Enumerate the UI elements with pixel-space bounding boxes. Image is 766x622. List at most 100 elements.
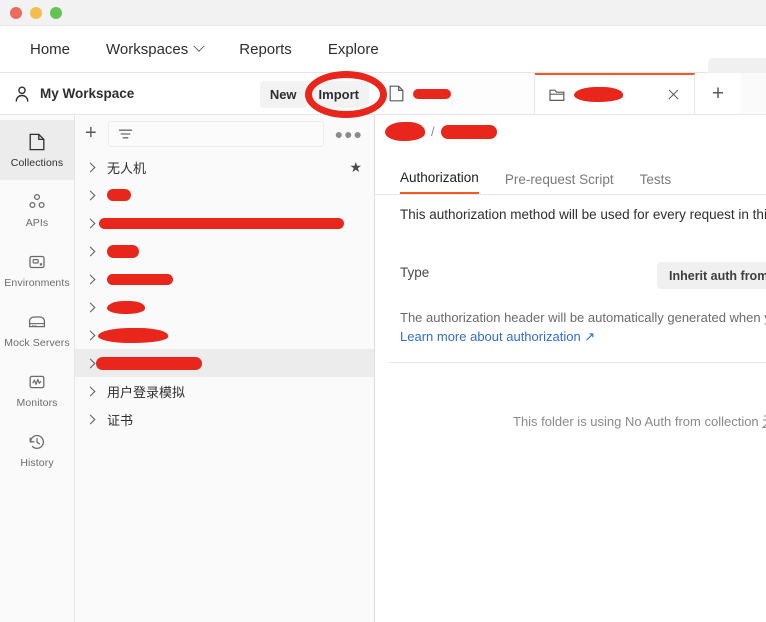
- nav-item-home-label: Home: [30, 40, 71, 58]
- workspace-name: My Workspace: [40, 86, 135, 101]
- sidebar-item-history[interactable]: History: [0, 420, 74, 480]
- nav-item-workspaces[interactable]: Workspaces: [88, 41, 221, 58]
- tab-item-0-label-redacted: [413, 88, 451, 99]
- tree-row[interactable]: [75, 293, 374, 321]
- tree-row[interactable]: [75, 265, 374, 293]
- star-icon[interactable]: ★: [349, 159, 362, 176]
- sidebar-item-history-label: History: [20, 456, 54, 469]
- nav-item-reports[interactable]: Reports: [221, 41, 310, 58]
- tree-row[interactable]: [75, 321, 374, 349]
- import-button[interactable]: Import: [308, 80, 369, 108]
- folder-icon: [549, 89, 565, 101]
- history-icon: [29, 434, 45, 449]
- collection-tree: 无人机 ★ 用户登录模拟 证书: [75, 153, 374, 622]
- tree-row[interactable]: [75, 209, 374, 237]
- nav-item-workspaces-label: Workspaces: [106, 40, 189, 58]
- collection-name-redacted: [96, 356, 202, 370]
- left-icon-rail: Collections APIs Environments Mock Serve…: [0, 115, 75, 622]
- tree-row[interactable]: [75, 181, 374, 209]
- sidebar-item-collections[interactable]: Collections: [0, 120, 74, 180]
- mock-servers-icon: [28, 315, 46, 327]
- sidebar-item-collections-label: Collections: [10, 156, 64, 169]
- breadcrumb: /: [385, 122, 497, 141]
- inherited-auth-note-text: This folder is using No Auth from collec…: [513, 414, 763, 429]
- learn-more-authorization-link[interactable]: Learn more about authorization ↗: [400, 329, 595, 345]
- new-button[interactable]: New: [259, 80, 307, 108]
- collection-name-redacted: [107, 244, 139, 258]
- tree-row[interactable]: 用户登录模拟: [75, 377, 374, 405]
- tab-item-0[interactable]: [375, 73, 535, 114]
- close-icon[interactable]: [666, 88, 680, 102]
- folder-tab-bar: Authorization Pre-request Script Tests: [375, 163, 766, 195]
- nav-item-reports-label: Reports: [239, 40, 292, 58]
- sidebar-item-apis-label: APIs: [25, 216, 49, 229]
- chevron-right-icon[interactable]: [85, 330, 96, 340]
- sidebar-item-environments[interactable]: Environments: [0, 240, 74, 300]
- sidebar-item-apis[interactable]: APIs: [0, 180, 74, 240]
- window-minimize-button[interactable]: [30, 6, 42, 19]
- auth-type-label: Type: [400, 265, 430, 280]
- nav-item-explore-label: Explore: [327, 40, 379, 58]
- tab-pre-request-script[interactable]: Pre-request Script: [505, 172, 614, 194]
- collections-icon: [29, 133, 45, 150]
- collection-name: 用户登录模拟: [107, 384, 186, 400]
- breadcrumb-separator: /: [431, 124, 435, 139]
- auth-type-select[interactable]: Inherit auth from p: [657, 262, 766, 289]
- more-horizontal-icon[interactable]: ●●●: [332, 126, 366, 142]
- sidebar-item-environments-label: Environments: [4, 276, 70, 289]
- postman-app-window: Home Workspaces Reports Explore My Works…: [0, 0, 766, 622]
- auth-header-note: The authorization header will be automat…: [400, 310, 766, 325]
- monitors-icon: [29, 375, 45, 388]
- chevron-right-icon[interactable]: [85, 190, 96, 200]
- environments-icon: [29, 255, 45, 268]
- collection-name-redacted: [107, 189, 131, 201]
- tree-row[interactable]: 无人机 ★: [75, 153, 374, 181]
- breadcrumb-segment-1-redacted[interactable]: [440, 124, 497, 139]
- chevron-right-icon[interactable]: [85, 246, 96, 256]
- plus-icon[interactable]: +: [85, 123, 100, 146]
- chevron-down-icon: [193, 40, 205, 52]
- collections-toolbar: + ●●●: [75, 115, 374, 153]
- chevron-right-icon[interactable]: [85, 386, 96, 396]
- inherited-auth-note: This folder is using No Auth from collec…: [513, 411, 766, 430]
- tree-row[interactable]: [75, 349, 374, 377]
- tree-row[interactable]: 证书: [75, 405, 374, 433]
- window-close-button[interactable]: [10, 6, 22, 19]
- tree-row[interactable]: [75, 237, 374, 265]
- inherited-auth-collection-link[interactable]: 无: [762, 414, 766, 429]
- tab-tests[interactable]: Tests: [640, 172, 672, 194]
- filter-icon: [118, 129, 132, 138]
- chevron-right-icon[interactable]: [85, 274, 96, 284]
- collections-filter-input[interactable]: [107, 121, 324, 147]
- file-icon: [389, 85, 404, 102]
- workspace-identity[interactable]: My Workspace: [0, 84, 134, 104]
- new-tab-button[interactable]: +: [695, 73, 741, 114]
- chevron-right-icon[interactable]: [85, 218, 96, 228]
- nav-item-explore[interactable]: Explore: [310, 41, 397, 58]
- authorization-description: This authorization method will be used f…: [400, 207, 766, 222]
- user-icon: [15, 86, 29, 102]
- chevron-right-icon[interactable]: [85, 302, 96, 312]
- window-titlebar: [0, 0, 766, 26]
- collections-sidebar: + ●●● 无人机 ★ 用户登录模拟 证书: [75, 115, 375, 622]
- tab-item-1[interactable]: [535, 73, 695, 114]
- sidebar-item-monitors[interactable]: Monitors: [0, 360, 74, 420]
- workspace-actions: New Import: [259, 73, 369, 115]
- chevron-right-icon[interactable]: [85, 162, 96, 172]
- apis-icon: [29, 193, 45, 208]
- request-tab-bar: +: [375, 73, 766, 115]
- breadcrumb-segment-0-redacted[interactable]: [385, 122, 425, 141]
- tab-authorization[interactable]: Authorization: [400, 170, 479, 194]
- top-navigation-bar: Home Workspaces Reports Explore: [0, 26, 766, 87]
- collection-name: 证书: [107, 412, 134, 428]
- nav-item-home[interactable]: Home: [12, 41, 88, 58]
- collection-name-redacted: [107, 300, 145, 314]
- chevron-right-icon[interactable]: [85, 358, 96, 368]
- tab-item-1-label-redacted: [574, 87, 623, 102]
- chevron-right-icon[interactable]: [85, 414, 96, 424]
- sidebar-item-mock-servers-label: Mock Servers: [4, 336, 70, 349]
- sidebar-item-mock-servers[interactable]: Mock Servers: [0, 300, 74, 360]
- workspace-bar: My Workspace New Import: [0, 73, 375, 115]
- window-zoom-button[interactable]: [50, 6, 62, 19]
- collection-name-redacted: [99, 217, 344, 229]
